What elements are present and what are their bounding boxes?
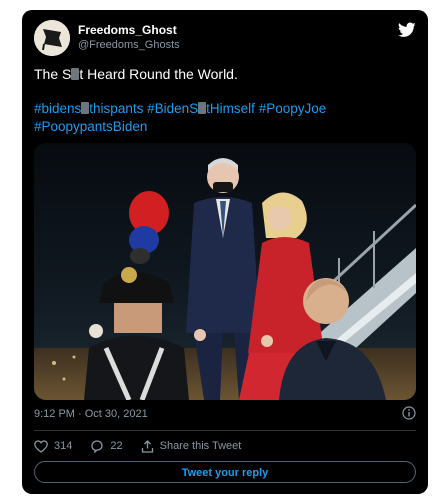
hashtag-part: tHimself: [206, 101, 255, 116]
like-count: 314: [54, 440, 73, 452]
hashtag-part: #BidenS: [147, 101, 199, 116]
hashtag-link[interactable]: #BidenS tHimself: [147, 101, 255, 116]
tweet-card: Freedoms_Ghost @Freedoms_Ghosts The S t H…: [22, 10, 428, 494]
like-button[interactable]: 314: [34, 439, 73, 453]
share-label: Share this Tweet: [159, 440, 242, 452]
hashtag-link[interactable]: #PoopyJoe: [259, 101, 327, 116]
hashtags: #bidens thispants #BidenS tHimself #PoopyJ…: [34, 100, 414, 136]
tweet-text: The S t Heard Round the World.: [34, 66, 238, 82]
reply-icon: [91, 439, 104, 453]
tweet-photo[interactable]: [34, 143, 416, 400]
author-name[interactable]: Freedoms_Ghost: [78, 23, 177, 37]
share-button[interactable]: Share this Tweet: [141, 439, 242, 453]
tweet-text-part: The S: [34, 66, 72, 82]
hashtag-part: thispants: [89, 101, 144, 116]
hashtag-link[interactable]: #bidens thispants: [34, 101, 143, 116]
divider: [34, 430, 416, 431]
tweet-your-reply-button[interactable]: Tweet your reply: [34, 461, 416, 483]
avatar[interactable]: [34, 20, 70, 56]
reply-count: 22: [110, 440, 123, 452]
info-icon[interactable]: [402, 406, 416, 420]
hashtags-line: #bidens thispants #BidenS tHimself #PoopyJ…: [34, 100, 414, 118]
tweet-text-part: t Heard Round the World.: [79, 66, 238, 82]
twitter-bird-icon[interactable]: [398, 22, 416, 38]
hashtags-line: #PoopypantsBiden: [34, 118, 414, 136]
tweet-actions: 314 22 Share this Tweet: [34, 438, 259, 454]
heart-icon: [34, 439, 48, 453]
reply-button[interactable]: 22: [90, 439, 123, 453]
censor-block: [198, 102, 207, 114]
author-handle[interactable]: @Freedoms_Ghosts: [78, 39, 180, 51]
hashtag-link[interactable]: #PoopypantsBiden: [34, 119, 147, 134]
hashtag-part: #bidens: [34, 101, 82, 116]
share-icon: [141, 439, 153, 453]
tweet-timestamp[interactable]: 9:12 PM · Oct 30, 2021: [34, 408, 148, 420]
